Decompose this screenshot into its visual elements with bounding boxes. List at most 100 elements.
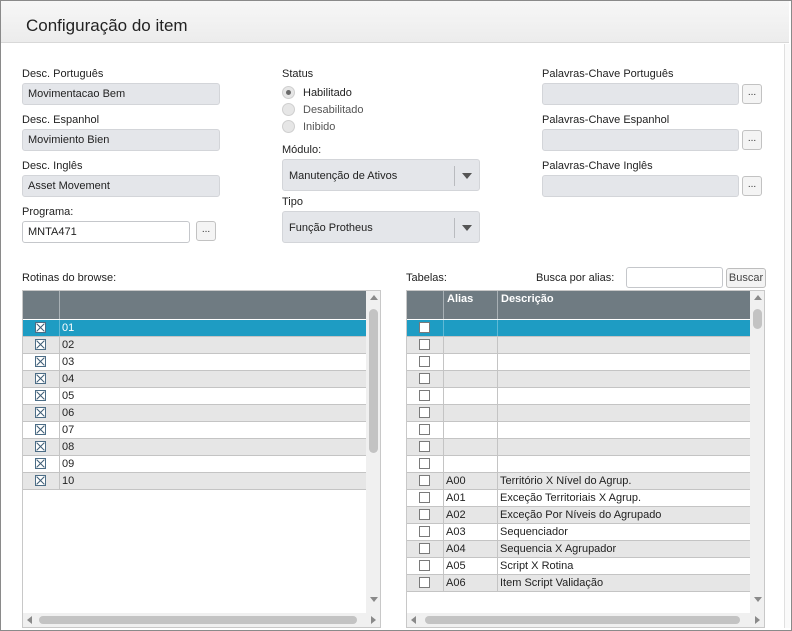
row-checkbox[interactable] bbox=[419, 356, 430, 367]
scroll-right-icon[interactable] bbox=[371, 616, 376, 624]
row-check-cell bbox=[407, 337, 444, 353]
table-row[interactable]: A06 Item Script Validação bbox=[407, 575, 750, 592]
row-check-cell bbox=[23, 388, 60, 404]
tabelas-grid-header: Alias Descrição bbox=[407, 291, 750, 319]
scroll-left-icon[interactable] bbox=[27, 616, 32, 624]
keywords-pt-field[interactable] bbox=[542, 83, 739, 105]
table-row[interactable]: 03 bbox=[23, 354, 366, 371]
rotinas-header-value[interactable] bbox=[60, 291, 366, 319]
row-checkbox[interactable] bbox=[35, 356, 46, 367]
keywords-es-field[interactable] bbox=[542, 129, 739, 151]
status-radio-inibido[interactable] bbox=[282, 120, 295, 133]
tabelas-header-check[interactable] bbox=[407, 291, 444, 319]
tabelas-hscroll-thumb[interactable] bbox=[425, 616, 740, 624]
scroll-down-icon[interactable] bbox=[370, 597, 378, 602]
table-row[interactable] bbox=[407, 337, 750, 354]
row-checkbox[interactable] bbox=[35, 322, 46, 333]
rotinas-hscroll-thumb[interactable] bbox=[39, 616, 357, 624]
table-row[interactable]: 06 bbox=[23, 405, 366, 422]
row-checkbox[interactable] bbox=[419, 390, 430, 401]
keywords-es-button[interactable]: ... bbox=[742, 130, 762, 150]
desc-en-field[interactable]: Asset Movement bbox=[22, 175, 220, 197]
row-checkbox[interactable] bbox=[419, 424, 430, 435]
row-checkbox[interactable] bbox=[419, 560, 430, 571]
scroll-left-icon[interactable] bbox=[411, 616, 416, 624]
row-checkbox[interactable] bbox=[35, 424, 46, 435]
status-radio-habilitado[interactable] bbox=[282, 86, 295, 99]
row-checkbox[interactable] bbox=[419, 458, 430, 469]
tipo-select[interactable]: Função Protheus bbox=[282, 211, 480, 243]
scroll-down-icon[interactable] bbox=[754, 597, 762, 602]
table-row[interactable]: 07 bbox=[23, 422, 366, 439]
table-row[interactable]: A00 Território X Nível do Agrup. bbox=[407, 473, 750, 490]
scroll-right-icon[interactable] bbox=[755, 616, 760, 624]
table-row[interactable] bbox=[407, 456, 750, 473]
tabelas-vscroll-thumb[interactable] bbox=[753, 309, 762, 329]
row-alias-cell: A04 bbox=[444, 541, 498, 557]
row-checkbox[interactable] bbox=[419, 577, 430, 588]
table-row[interactable]: 02 bbox=[23, 337, 366, 354]
rotinas-vscrollbar[interactable] bbox=[366, 291, 380, 613]
table-row[interactable]: A03 Sequenciador bbox=[407, 524, 750, 541]
row-checkbox[interactable] bbox=[35, 390, 46, 401]
keywords-en-button[interactable]: ... bbox=[742, 176, 762, 196]
tabelas-hscrollbar[interactable] bbox=[407, 613, 764, 627]
rotinas-hscrollbar[interactable] bbox=[23, 613, 380, 627]
row-checkbox[interactable] bbox=[419, 407, 430, 418]
busca-alias-input[interactable] bbox=[626, 267, 723, 288]
row-checkbox[interactable] bbox=[419, 322, 430, 333]
table-row[interactable] bbox=[407, 422, 750, 439]
tabelas-header-descricao[interactable]: Descrição bbox=[498, 291, 750, 319]
programa-field[interactable]: MNTA471 bbox=[22, 221, 190, 243]
table-row[interactable]: A05 Script X Rotina bbox=[407, 558, 750, 575]
tabelas-header-alias[interactable]: Alias bbox=[444, 291, 498, 319]
desc-pt-field[interactable]: Movimentacao Bem bbox=[22, 83, 220, 105]
rotinas-vscroll-thumb[interactable] bbox=[369, 309, 378, 453]
row-checkbox[interactable] bbox=[35, 373, 46, 384]
row-checkbox[interactable] bbox=[35, 339, 46, 350]
row-checkbox[interactable] bbox=[419, 509, 430, 520]
status-radio-desabilitado[interactable] bbox=[282, 103, 295, 116]
row-checkbox[interactable] bbox=[419, 526, 430, 537]
desc-es-field[interactable]: Movimiento Bien bbox=[22, 129, 220, 151]
row-check-cell bbox=[407, 422, 444, 438]
row-checkbox[interactable] bbox=[35, 475, 46, 486]
table-row[interactable] bbox=[407, 354, 750, 371]
table-row[interactable]: A04 Sequencia X Agrupador bbox=[407, 541, 750, 558]
table-row[interactable] bbox=[407, 405, 750, 422]
tabelas-vscrollbar[interactable] bbox=[750, 291, 764, 613]
scroll-up-icon[interactable] bbox=[370, 295, 378, 300]
buscar-button[interactable]: Buscar bbox=[726, 268, 766, 288]
row-checkbox[interactable] bbox=[419, 373, 430, 384]
table-row[interactable]: A01 Exceção Territoriais X Agrup. bbox=[407, 490, 750, 507]
modulo-select[interactable]: Manutenção de Ativos bbox=[282, 159, 480, 191]
row-checkbox[interactable] bbox=[419, 475, 430, 486]
scroll-up-icon[interactable] bbox=[754, 295, 762, 300]
table-row[interactable] bbox=[407, 320, 750, 337]
row-checkbox[interactable] bbox=[419, 543, 430, 554]
keywords-en-field[interactable] bbox=[542, 175, 739, 197]
table-row[interactable]: A02 Exceção Por Níveis do Agrupado bbox=[407, 507, 750, 524]
table-row[interactable]: 08 bbox=[23, 439, 366, 456]
programa-lookup-button[interactable]: ... bbox=[196, 221, 216, 241]
table-row[interactable]: 04 bbox=[23, 371, 366, 388]
table-row[interactable] bbox=[407, 371, 750, 388]
busca-alias-label: Busca por alias: bbox=[536, 272, 615, 284]
row-checkbox[interactable] bbox=[35, 441, 46, 452]
row-checkbox[interactable] bbox=[419, 492, 430, 503]
row-check-cell bbox=[407, 558, 444, 574]
keywords-pt-button[interactable]: ... bbox=[742, 84, 762, 104]
row-checkbox[interactable] bbox=[419, 441, 430, 452]
rotinas-header-check[interactable] bbox=[23, 291, 60, 319]
rotinas-label: Rotinas do browse: bbox=[22, 272, 117, 284]
row-checkbox[interactable] bbox=[35, 407, 46, 418]
row-checkbox[interactable] bbox=[419, 339, 430, 350]
table-row[interactable] bbox=[407, 439, 750, 456]
table-row[interactable] bbox=[407, 388, 750, 405]
table-row[interactable]: 09 bbox=[23, 456, 366, 473]
table-row[interactable]: 10 bbox=[23, 473, 366, 490]
table-row[interactable]: 05 bbox=[23, 388, 366, 405]
table-row[interactable]: 01 bbox=[23, 320, 366, 337]
row-checkbox[interactable] bbox=[35, 458, 46, 469]
row-check-cell bbox=[23, 320, 60, 336]
